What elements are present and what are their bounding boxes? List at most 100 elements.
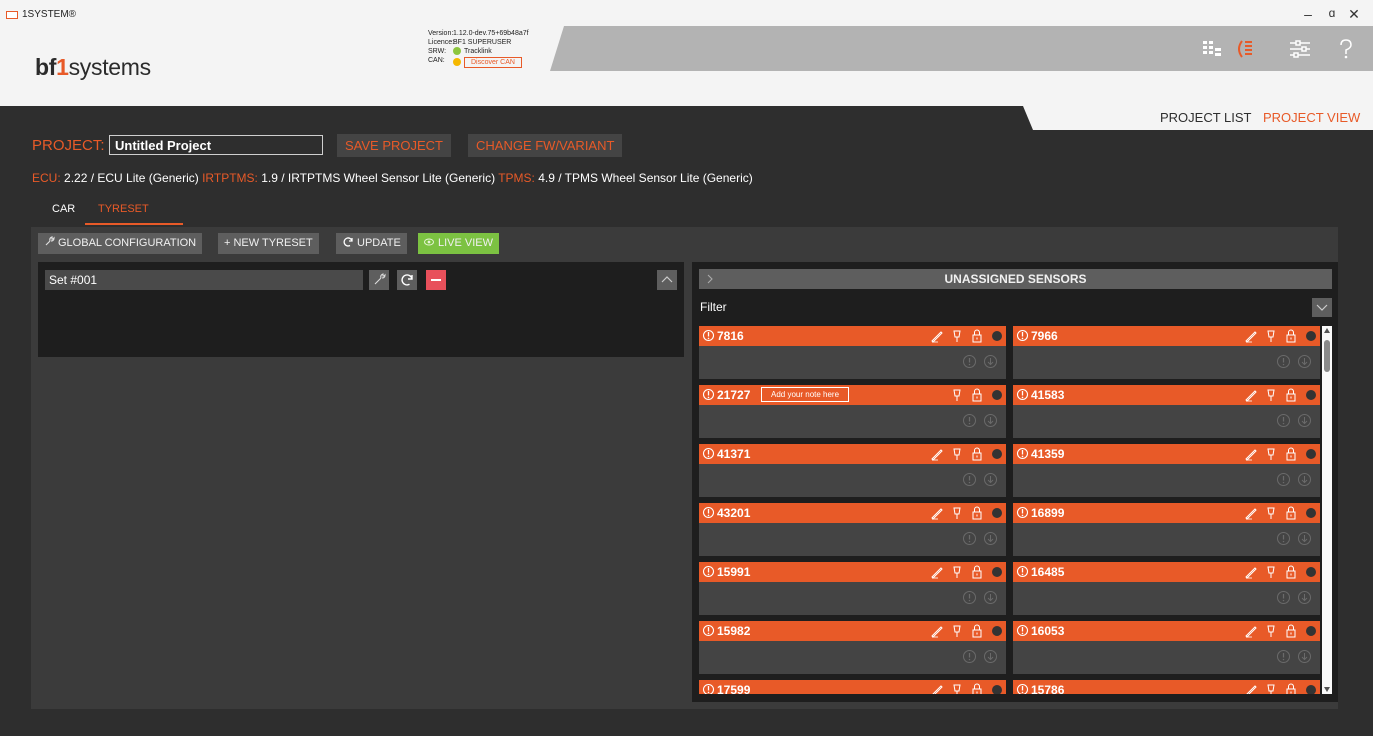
sensor-download-icon[interactable] [1297,413,1312,428]
sensor-download-icon[interactable] [983,531,998,546]
sensor-card[interactable]: 43201 [699,503,1006,556]
sensor-card-header: 16485 [1013,562,1320,582]
sensor-card-header: 16053 [1013,621,1320,641]
sensor-info-icon[interactable] [1276,354,1291,369]
sensor-download-icon[interactable] [1297,590,1312,605]
set-refresh-icon[interactable] [397,270,417,290]
scroll-thumb[interactable] [1324,340,1330,372]
sensor-download-icon[interactable] [983,413,998,428]
sensor-card[interactable]: 15982 [699,621,1006,674]
status-dot-icon [1303,682,1319,694]
sensor-card[interactable]: 15991 [699,562,1006,615]
sensor-id: 16899 [1016,506,1064,520]
sensor-info-icon[interactable] [1276,472,1291,487]
chevron-right-icon [707,274,713,284]
sensor-info-icon[interactable] [962,531,977,546]
sensor-info-icon[interactable] [1276,649,1291,664]
tab-active-indicator [85,223,183,225]
sensor-card-body [699,346,1006,379]
scroll-up-arrow[interactable] [1324,328,1330,333]
live-view-button[interactable]: LIVE VIEW [418,233,500,254]
sensor-id: 16053 [1016,624,1064,638]
sensor-info-icon[interactable] [1276,531,1291,546]
ecu-icon[interactable] [1234,38,1258,60]
sensor-card-header: 41583 [1013,385,1320,405]
tab-car[interactable]: CAR [52,203,75,215]
sensor-info-icon[interactable] [962,472,977,487]
project-label: PROJECT: [32,137,105,154]
can-status-dot [453,58,461,67]
sensor-card[interactable]: 41359 [1013,444,1320,497]
nav-project-list[interactable]: PROJECT LIST [1160,110,1252,125]
pin-icon[interactable] [949,682,965,694]
save-project-button[interactable]: SAVE PROJECT [337,134,452,157]
sliders-icon[interactable] [1288,38,1312,60]
srw-status-dot [453,47,461,56]
new-tyreset-button[interactable]: + NEW TYRESET [218,233,319,254]
sensor-info-icon[interactable] [962,413,977,428]
project-name-input[interactable] [109,135,323,155]
set-edit-icon[interactable] [369,270,389,290]
sensor-card[interactable]: 41371 [699,444,1006,497]
sensor-download-icon[interactable] [983,590,998,605]
sensor-info-icon[interactable] [962,590,977,605]
sensor-id: 41583 [1016,388,1064,402]
sensor-download-icon[interactable] [1297,354,1312,369]
sensor-card[interactable]: 21727 Add your note here [699,385,1006,438]
grid-icon[interactable] [1200,38,1224,60]
discover-can-button[interactable]: Discover CAN [464,57,522,68]
sensor-info-icon[interactable] [1276,590,1291,605]
close-button[interactable]: ✕ [1339,6,1369,23]
sensor-card[interactable]: 16053 [1013,621,1320,674]
sensor-info-icon[interactable] [962,649,977,664]
sensor-card-body [1013,405,1320,438]
sensor-download-icon[interactable] [1297,472,1312,487]
ecu-version: 2.22 / ECU Lite (Generic) [64,171,199,185]
help-icon[interactable] [1334,38,1358,60]
sensor-card[interactable]: 16899 [1013,503,1320,556]
sensor-list-scrollbar[interactable] [1322,326,1332,694]
sensor-id: 15982 [702,624,750,638]
sensor-note-input[interactable]: Add your note here [761,387,850,402]
logo: bf1systems [35,54,151,80]
chevron-down-icon[interactable] [1312,298,1332,317]
sensor-card-body [1013,464,1320,497]
sensor-id: 15786 [1016,683,1064,694]
nav-project-view[interactable]: PROJECT VIEW [1263,110,1360,125]
set-delete-icon[interactable] [426,270,446,290]
sensor-card-header: 41371 [699,444,1006,464]
sensor-card[interactable]: 7966 [1013,326,1320,379]
scroll-down-arrow[interactable] [1324,687,1330,692]
sensor-info-icon[interactable] [962,354,977,369]
sensor-id: 21727 [702,388,750,402]
lock-icon[interactable] [969,682,985,694]
sensor-info-icon[interactable] [1276,413,1291,428]
global-configuration-button[interactable]: GLOBAL CONFIGURATION [38,233,203,254]
change-fw-variant-button[interactable]: CHANGE FW/VARIANT [468,134,623,157]
sensor-card-header: 21727 Add your note here [699,385,1006,405]
sensor-download-icon[interactable] [983,649,998,664]
lock-icon[interactable] [1283,682,1299,694]
sensor-download-icon[interactable] [1297,649,1312,664]
tab-tyreset[interactable]: TYRESET [98,203,149,215]
edit-note-icon[interactable] [1243,682,1259,694]
unassigned-sensors-header[interactable]: UNASSIGNED SENSORS [699,269,1332,289]
sensor-card[interactable]: 15786 [1013,680,1320,694]
sensor-download-icon[interactable] [1297,531,1312,546]
sensor-card[interactable]: 41583 [1013,385,1320,438]
collapse-icon[interactable] [657,270,677,290]
pin-icon[interactable] [1263,682,1279,694]
sensor-card-header: 15982 [699,621,1006,641]
sensor-card[interactable]: 16485 [1013,562,1320,615]
sensor-card-header: 15786 [1013,680,1320,694]
sensor-card[interactable]: 7816 [699,326,1006,379]
sensor-card-body [699,464,1006,497]
sensor-card-header: 17599 [699,680,1006,694]
sensor-download-icon[interactable] [983,354,998,369]
sensor-download-icon[interactable] [983,472,998,487]
update-button[interactable]: UPDATE [336,233,407,254]
sensor-card[interactable]: 17599 [699,680,1006,694]
edit-note-icon[interactable] [929,682,945,694]
irtptms-version: 1.9 / IRTPTMS Wheel Sensor Lite (Generic… [261,171,496,185]
tyreset-name[interactable]: Set #001 [45,270,363,290]
